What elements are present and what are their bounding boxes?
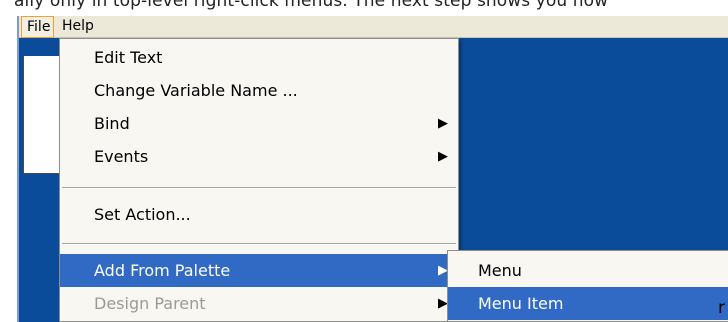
menu-help[interactable]: Help	[57, 16, 99, 38]
menu-item-events[interactable]: Events ▶	[60, 140, 458, 173]
menu-file[interactable]: File	[21, 16, 54, 38]
menubar: File Help	[19, 16, 728, 38]
menu-item-label: Add From Palette	[94, 261, 231, 280]
menu-item-bind[interactable]: Bind ▶	[60, 107, 458, 140]
menu-item-set-action[interactable]: Set Action...	[60, 198, 458, 231]
menu-item-add-from-palette[interactable]: Add From Palette ▶	[60, 254, 458, 287]
submenu-arrow-icon: ▶	[438, 149, 448, 164]
submenu-item-label: Menu Item	[478, 294, 564, 313]
menu-separator	[62, 187, 456, 189]
menu-item-label: Edit Text	[94, 48, 163, 67]
menu-item-design-parent[interactable]: Design Parent ▶	[60, 287, 458, 320]
submenu-item-menu[interactable]: Menu	[448, 254, 728, 287]
menu-item-label: Change Variable Name ...	[94, 81, 298, 100]
white-panel[interactable]	[23, 56, 61, 174]
clipped-text-fragment: r	[718, 298, 725, 318]
menu-item-label: Bind	[94, 114, 130, 133]
submenu-item-label: Menu	[478, 261, 522, 280]
tutorial-text-strip: ally only in top-level right-click menus…	[0, 0, 728, 16]
context-menu: Edit Text Change Variable Name ... Bind …	[59, 38, 459, 322]
menu-item-change-variable-name[interactable]: Change Variable Name ...	[60, 74, 458, 107]
menu-separator	[62, 243, 456, 245]
submenu-arrow-icon: ▶	[438, 116, 448, 131]
tutorial-text: ally only in top-level right-click menus…	[14, 0, 609, 11]
menu-item-edit-text[interactable]: Edit Text	[60, 41, 458, 74]
menu-item-label: Design Parent	[94, 294, 206, 313]
palette-submenu: Menu Menu Item	[447, 250, 728, 322]
menu-item-label: Set Action...	[94, 205, 191, 224]
submenu-item-menu-item[interactable]: Menu Item	[448, 287, 728, 320]
menu-item-label: Events	[94, 147, 149, 166]
